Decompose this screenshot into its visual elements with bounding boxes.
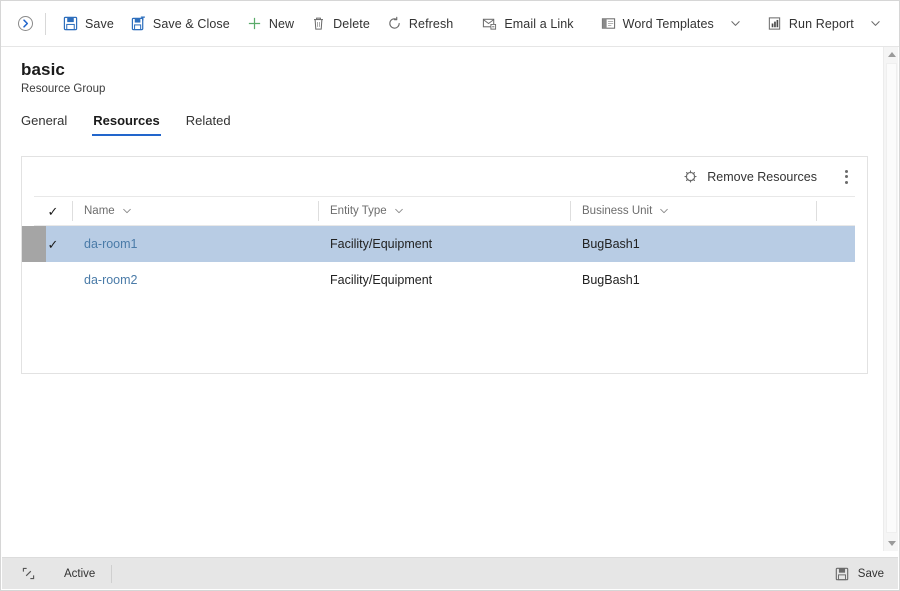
save-and-close-icon [130,15,147,32]
save-and-close-button[interactable]: Save & Close [122,9,238,39]
select-all-checkbox[interactable]: ✓ [34,205,72,218]
subgrid-command-bar: Remove Resources [22,157,867,196]
scroll-down-arrow-icon[interactable] [884,536,899,551]
resources-subgrid: Remove Resources ✓ Name Entity Type Busi… [21,156,868,374]
form-tabs: General Resources Related [1,111,899,141]
row-selection-marker [22,226,46,262]
status-badge: Active [64,564,113,583]
save-icon [62,15,79,32]
refresh-button[interactable]: Refresh [378,9,461,39]
record-form-window: Save Save & Close New Delete Refresh Ema… [0,0,900,591]
scroll-up-arrow-icon[interactable] [884,47,899,62]
chevron-down-icon[interactable] [394,206,404,216]
run-report-button-label: Run Report [788,16,854,31]
trash-icon [310,15,327,32]
vertical-scrollbar[interactable] [883,47,898,551]
column-header-filler [816,196,855,226]
delete-button[interactable]: Delete [302,9,378,39]
column-header-entity-type-label: Entity Type [330,205,387,217]
scroll-up-glyph [887,52,896,57]
new-button[interactable]: New [238,9,302,39]
word-templates-button-label: Word Templates [622,16,714,31]
delete-button-label: Delete [333,16,370,31]
remove-resources-label: Remove Resources [707,169,817,184]
scroll-down-glyph [887,541,896,546]
grid-body: ✓ da-room1 Facility/Equipment BugBash1 d… [22,226,867,298]
cell-business-unit: BugBash1 [582,237,640,251]
tab-resources-label: Resources [93,113,160,128]
save-and-close-button-label: Save & Close [152,16,230,31]
checkmark-icon: ✓ [47,203,59,219]
status-save-label: Save [857,567,884,580]
table-row[interactable]: ✓ da-room1 Facility/Equipment BugBash1 [22,226,855,262]
record-type-label: Resource Group [21,83,106,95]
remove-resources-icon [682,168,699,185]
status-save-button[interactable]: Save [826,561,898,587]
checkmark-icon: ✓ [47,236,59,252]
chevron-down-icon[interactable] [122,206,132,216]
run-report-icon [766,15,783,32]
grid-header-row: ✓ Name Entity Type Business Unit [34,196,855,226]
tab-general[interactable]: General [21,111,80,136]
column-header-business-unit-label: Business Unit [582,205,653,217]
tab-general-label: General [21,113,68,128]
email-a-link-button-label: Email a Link [504,16,574,31]
overflow-dots [844,169,848,184]
refresh-icon [386,15,403,32]
column-header-name-label: Name [84,205,115,217]
command-separator [45,12,46,35]
email-link-icon [481,15,498,32]
word-templates-icon [600,15,617,32]
new-button-label: New [268,16,295,31]
cell-name: da-room1 [72,237,318,251]
scrollbar-thumb[interactable] [886,63,897,533]
plus-icon [246,15,263,32]
record-link[interactable]: da-room1 [84,237,138,251]
record-header: basic Resource Group [1,47,899,95]
cell-name: da-room2 [72,273,318,287]
save-button-label: Save [85,16,114,31]
run-report-button[interactable]: Run Report [758,9,862,39]
table-row[interactable]: da-room2 Facility/Equipment BugBash1 [34,262,855,298]
cell-entity-type: Facility/Equipment [330,237,433,251]
resize-grip-icon[interactable] [14,560,42,588]
tab-related-label: Related [185,113,231,128]
tab-related[interactable]: Related [173,111,244,136]
save-button[interactable]: Save [54,9,122,39]
word-templates-button[interactable]: Word Templates [592,9,722,39]
run-report-chevron-down-icon[interactable] [868,16,884,32]
status-bar: Active Save [2,557,898,589]
cell-business-unit: BugBash1 [582,273,640,287]
column-header-entity-type[interactable]: Entity Type [318,196,570,226]
remove-resources-button[interactable]: Remove Resources [674,162,825,192]
save-icon [834,565,851,582]
tab-resources[interactable]: Resources [80,111,172,136]
column-header-business-unit[interactable]: Business Unit [570,196,816,226]
chevron-circle-icon[interactable] [11,10,39,38]
chevron-down-icon[interactable] [659,206,669,216]
cell-entity-type: Facility/Equipment [330,273,433,287]
column-header-name[interactable]: Name [72,196,318,226]
page-title: basic [21,60,65,79]
word-templates-chevron-down-icon[interactable] [728,16,744,32]
refresh-button-label: Refresh [408,16,454,31]
email-a-link-button[interactable]: Email a Link [473,9,581,39]
command-bar: Save Save & Close New Delete Refresh Ema… [1,1,899,47]
more-vertical-icon[interactable] [833,163,859,191]
record-link[interactable]: da-room2 [84,273,138,287]
